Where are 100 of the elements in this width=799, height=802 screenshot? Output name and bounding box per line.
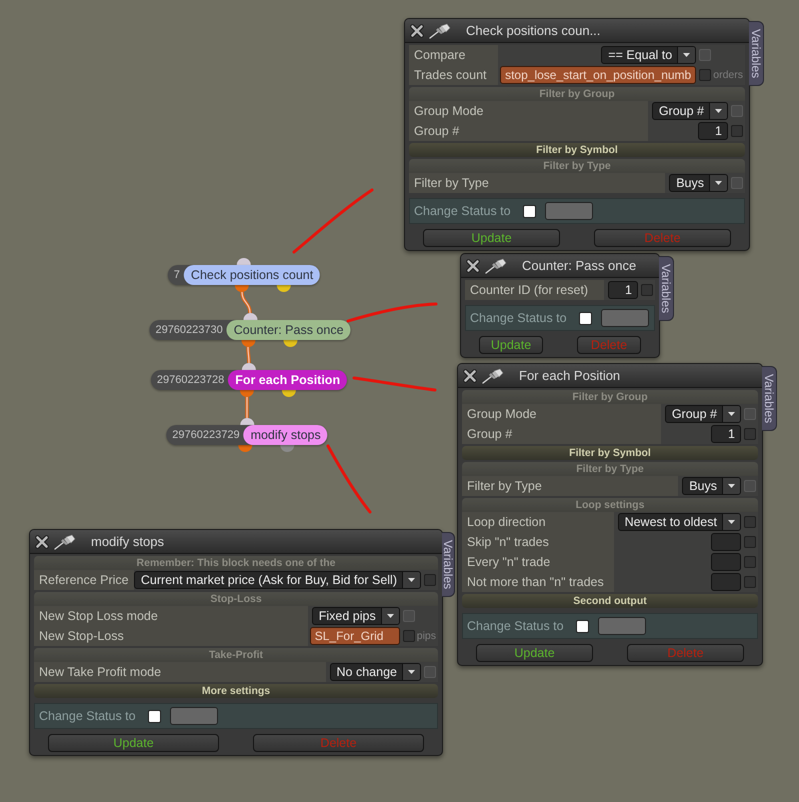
checkbox[interactable] [744, 576, 756, 588]
section-header[interactable]: Filter by Symbol [409, 143, 745, 157]
status-field[interactable] [170, 707, 218, 725]
input-port[interactable] [243, 313, 257, 320]
variable-field[interactable]: SL_For_Grid [310, 627, 400, 645]
caret-icon[interactable] [722, 478, 740, 494]
input-field[interactable]: 1 [698, 122, 728, 140]
node-label[interactable]: Check positions count [184, 265, 320, 285]
section-header[interactable]: Loop settings [462, 498, 758, 512]
status-field[interactable] [544, 202, 593, 220]
close-icon[interactable] [410, 24, 424, 38]
flow-node[interactable]: 29760223728 For each Position [150, 370, 348, 390]
field-label: Filter by Type [462, 476, 678, 496]
update-button[interactable]: Update [479, 336, 543, 354]
input-port[interactable] [242, 363, 256, 370]
update-button[interactable]: Update [476, 644, 593, 662]
status-checkbox[interactable] [522, 204, 536, 218]
input-field[interactable]: 1 [711, 425, 741, 443]
checkbox[interactable] [699, 69, 712, 81]
checkbox[interactable] [641, 284, 653, 296]
input-field[interactable] [711, 573, 741, 591]
field-label: Reference Price [34, 570, 134, 590]
node-label[interactable]: modify stops [244, 425, 328, 445]
panel-title: modify stops [91, 534, 164, 549]
section-header[interactable]: Filter by Symbol [462, 446, 758, 460]
pin-icon[interactable] [485, 258, 507, 274]
output-port[interactable] [238, 445, 252, 452]
status-label: Change Status to [39, 709, 136, 723]
select-dropdown[interactable]: No change [330, 663, 421, 681]
section-header[interactable]: Stop-Loss [34, 592, 438, 606]
caret-icon[interactable] [402, 572, 420, 588]
variables-tab[interactable]: Variables [762, 366, 777, 431]
status-field[interactable] [600, 309, 649, 327]
caret-icon[interactable] [709, 103, 727, 119]
select-dropdown[interactable]: Group # [652, 102, 728, 120]
section-header[interactable]: Filter by Type [409, 159, 745, 173]
caret-icon[interactable] [402, 664, 420, 680]
output-port[interactable] [280, 445, 294, 452]
section-header[interactable]: Remember: This block needs one of the [34, 556, 438, 570]
caret-icon[interactable] [709, 175, 727, 191]
caret-icon[interactable] [722, 406, 740, 422]
section-header[interactable]: Filter by Group [462, 390, 758, 404]
checkbox[interactable] [424, 574, 436, 586]
checkbox[interactable] [744, 516, 756, 528]
flow-node[interactable]: 29760223729 modify stops [166, 425, 328, 445]
pin-icon[interactable] [54, 534, 76, 550]
output-port[interactable] [240, 390, 254, 397]
caret-icon[interactable] [722, 514, 740, 530]
flow-node[interactable]: 29760223730 Counter: Pass once [149, 320, 351, 340]
output-port[interactable] [283, 340, 297, 347]
checkbox[interactable] [744, 556, 756, 568]
close-icon[interactable] [466, 258, 480, 272]
variables-tab[interactable]: Variables [442, 532, 455, 597]
checkbox[interactable] [744, 428, 756, 440]
select-dropdown[interactable]: Fixed pips [312, 607, 400, 625]
output-port[interactable] [282, 390, 296, 397]
update-button[interactable]: Update [48, 734, 219, 752]
status-field[interactable] [598, 617, 646, 635]
input-field[interactable] [711, 533, 741, 551]
checkbox[interactable] [402, 630, 415, 642]
input-field[interactable] [711, 553, 741, 571]
output-port[interactable] [241, 340, 255, 347]
panel-title: Check positions coun... [466, 23, 600, 38]
node-label[interactable]: Counter: Pass once [226, 320, 351, 340]
output-port[interactable] [277, 285, 291, 292]
select-dropdown[interactable]: Newest to oldest [618, 513, 741, 531]
status-checkbox[interactable] [578, 312, 592, 324]
select-dropdown[interactable]: Buys [682, 477, 741, 495]
section-header[interactable]: More settings [34, 684, 438, 698]
checkbox[interactable] [731, 125, 743, 137]
flow-node[interactable]: 7 Check positions count [168, 265, 320, 285]
section-header[interactable]: Take-Profit [34, 648, 438, 662]
input-port[interactable] [240, 418, 254, 425]
panel-title: For each Position [519, 368, 620, 383]
pin-icon[interactable] [429, 22, 451, 38]
pin-icon[interactable] [482, 368, 504, 384]
section-header[interactable]: Filter by Group [409, 87, 745, 101]
status-checkbox[interactable] [576, 620, 589, 632]
section-header[interactable]: Second output [462, 594, 758, 608]
status-checkbox[interactable] [148, 710, 161, 722]
node-label[interactable]: For each Position [228, 370, 348, 390]
variable-field[interactable]: stop_lose_start_on_position_numb [500, 66, 696, 84]
section-header[interactable]: Filter by Type [462, 462, 758, 476]
select-dropdown[interactable]: Group # [664, 405, 741, 423]
output-port[interactable] [235, 285, 249, 292]
variables-tab[interactable]: Variables [659, 256, 674, 321]
input-field[interactable]: 1 [608, 281, 638, 299]
variables-tab[interactable]: Variables [749, 21, 764, 86]
select-dropdown[interactable]: Buys [669, 174, 728, 192]
unit-label: pips [416, 630, 436, 642]
checkbox[interactable] [744, 536, 756, 548]
update-button[interactable]: Update [423, 229, 560, 247]
select-dropdown[interactable]: == Equal to [601, 46, 696, 64]
select-dropdown[interactable]: Current market price (Ask for Buy, Bid for Sell) [134, 571, 421, 589]
caret-icon[interactable] [380, 608, 399, 624]
close-icon[interactable] [35, 534, 49, 548]
input-port[interactable] [237, 258, 251, 265]
caret-icon[interactable] [677, 47, 696, 63]
close-icon[interactable] [463, 368, 477, 382]
node-id: 29760223729 [171, 429, 241, 441]
